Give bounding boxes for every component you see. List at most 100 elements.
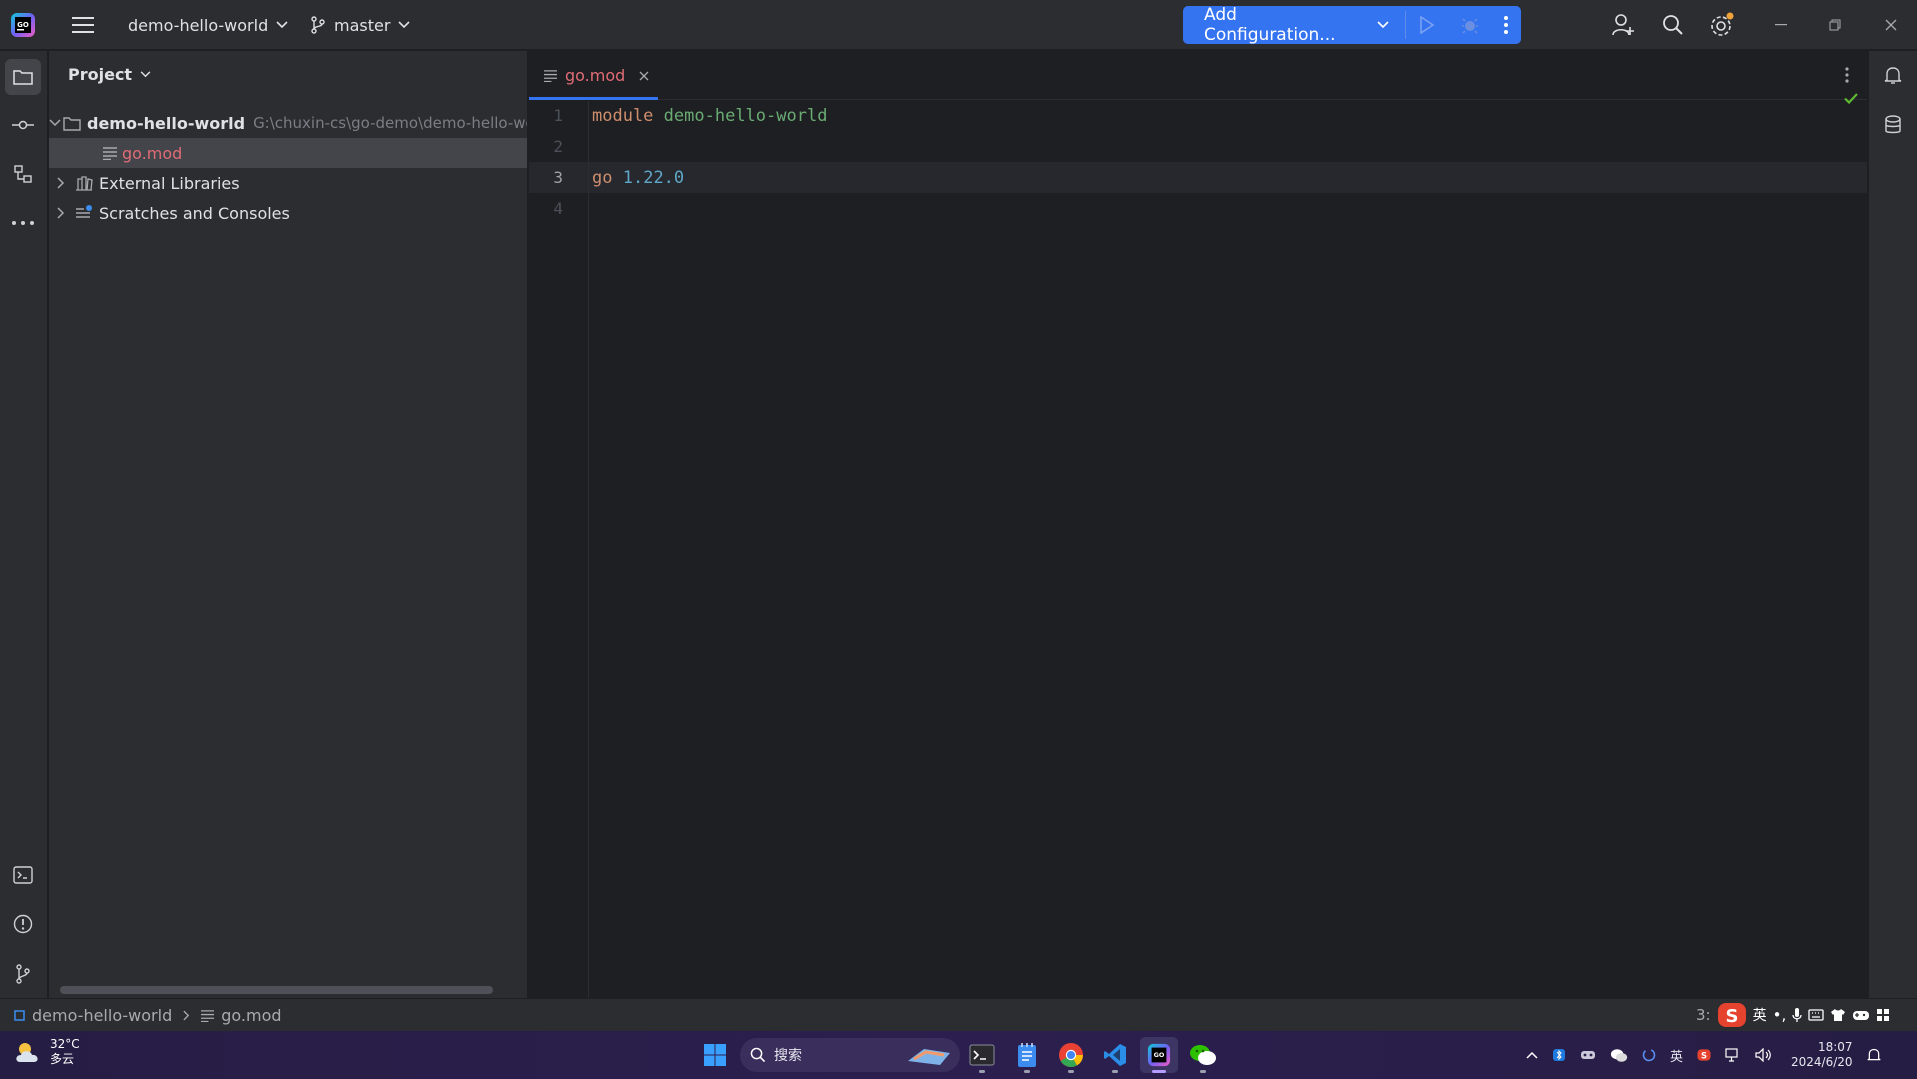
- close-window-icon[interactable]: [1876, 0, 1906, 50]
- running-indicator: [1112, 1070, 1118, 1073]
- code-with-me-icon[interactable]: [1608, 0, 1638, 50]
- volume-icon[interactable]: [1755, 1048, 1771, 1062]
- running-indicator: [1068, 1070, 1074, 1073]
- goland-logo-icon[interactable]: GO: [10, 0, 36, 50]
- problems-icon[interactable]: [5, 906, 41, 942]
- chevron-up-icon[interactable]: [1526, 1051, 1538, 1059]
- root-folder-path: G:\chuxin-cs\go-demo\demo-hello-wo: [253, 114, 527, 132]
- svg-text:S: S: [1701, 1050, 1707, 1060]
- ime-language[interactable]: 英: [1670, 1046, 1683, 1065]
- tab-options-icon[interactable]: [1835, 63, 1859, 87]
- partly-cloudy-icon: [14, 1040, 44, 1064]
- sync-tray-icon[interactable]: [1642, 1048, 1656, 1062]
- project-switcher[interactable]: demo-hello-world: [128, 0, 288, 50]
- git-icon[interactable]: [5, 956, 41, 992]
- weather-desc: 多云: [50, 1052, 75, 1066]
- chrome-app-icon[interactable]: [1052, 1037, 1090, 1073]
- scratches-label: Scratches and Consoles: [99, 203, 290, 223]
- wechat-app-icon[interactable]: [1184, 1037, 1222, 1073]
- no-problems-check-icon[interactable]: [1841, 88, 1861, 108]
- tree-external-libraries-node[interactable]: External Libraries: [49, 168, 527, 198]
- toolbox-grid-icon[interactable]: [1876, 1008, 1890, 1022]
- bluetooth-app-tray-icon[interactable]: [1552, 1048, 1566, 1062]
- tree-file-node[interactable]: go.mod: [49, 138, 527, 168]
- tab-go-mod[interactable]: go.mod: [529, 51, 658, 100]
- keyboard-icon[interactable]: [1808, 1009, 1824, 1021]
- chevron-down-icon: [276, 21, 288, 29]
- branch-switcher[interactable]: master: [310, 0, 410, 50]
- commit-icon[interactable]: [5, 107, 41, 143]
- windows-taskbar: 32°C 多云 搜索 GO 英 S 18:07 2024/6/20: [0, 1031, 1917, 1079]
- chevron-right-icon[interactable]: [49, 177, 73, 189]
- start-windows-icon[interactable]: [696, 1037, 734, 1073]
- breadcrumb: demo-hello-world go.mod: [14, 1006, 282, 1025]
- skin-shirt-icon[interactable]: [1830, 1008, 1846, 1022]
- clock[interactable]: 18:07 2024/6/20: [1791, 1040, 1853, 1070]
- add-configuration-button[interactable]: Add Configuration...: [1183, 5, 1389, 45]
- network-icon[interactable]: [1725, 1048, 1741, 1062]
- settings-gear-icon[interactable]: [1707, 0, 1737, 50]
- sogou-tray-icon[interactable]: S: [1697, 1048, 1711, 1062]
- main-menu-icon[interactable]: [68, 0, 98, 50]
- game-tray-icon[interactable]: [1580, 1049, 1596, 1061]
- project-folder-icon[interactable]: [5, 59, 41, 95]
- chevron-down-icon: [398, 21, 410, 29]
- tree-root-node[interactable]: demo-hello-world G:\chuxin-cs\go-demo\de…: [49, 108, 527, 138]
- ime-mode[interactable]: 英: [1753, 1005, 1767, 1025]
- chevron-down-icon[interactable]: [49, 119, 61, 127]
- tree-scratches-node[interactable]: Scratches and Consoles: [49, 198, 527, 228]
- goland-app-icon[interactable]: GO: [1140, 1037, 1178, 1073]
- folder-icon: [63, 116, 81, 131]
- code-line-3[interactable]: go 1.22.0: [592, 162, 684, 193]
- branch-name: master: [334, 15, 391, 35]
- module-path-token: demo-hello-world: [663, 105, 828, 126]
- terminal-app-icon[interactable]: [963, 1037, 1001, 1073]
- terminal-icon[interactable]: [5, 857, 41, 893]
- notepad-app-icon[interactable]: [1008, 1037, 1046, 1073]
- cursor-position[interactable]: 3:: [1696, 1006, 1711, 1024]
- horizontal-scrollbar[interactable]: [60, 986, 493, 994]
- add-configuration-label: Add Configuration...: [1204, 5, 1336, 45]
- chevron-right-icon[interactable]: [49, 207, 73, 219]
- code-line-1[interactable]: module demo-hello-world: [592, 100, 827, 131]
- project-tool-window: Project demo-hello-world G:\chuxin-cs\go…: [49, 51, 528, 998]
- run-configuration-widget: Add Configuration...: [1183, 5, 1521, 45]
- minimize-icon[interactable]: [1766, 0, 1796, 50]
- title-bar: GO demo-hello-world master Add Configura…: [0, 0, 1917, 50]
- search-placeholder: 搜索: [774, 1048, 802, 1064]
- notification-center-icon[interactable]: [1867, 1047, 1881, 1063]
- wechat-tray-icon[interactable]: [1610, 1048, 1628, 1063]
- database-icon[interactable]: [1875, 107, 1911, 143]
- svg-text:GO: GO: [17, 21, 29, 29]
- more-tool-windows-icon[interactable]: [5, 205, 41, 241]
- clock-time: 18:07: [1817, 1040, 1853, 1054]
- weather-widget[interactable]: 32°C 多云: [14, 1037, 80, 1067]
- project-view-selector[interactable]: Project: [68, 65, 151, 84]
- keyword-token: module: [592, 105, 654, 126]
- search-icon[interactable]: [1658, 0, 1688, 50]
- run-icon[interactable]: [1406, 6, 1449, 44]
- gamepad-icon[interactable]: [1852, 1009, 1870, 1021]
- editor-area: go.mod 1 2 3 4 module demo-hello-world g…: [529, 51, 1867, 998]
- punctuation-icon[interactable]: •,: [1773, 1006, 1787, 1024]
- breadcrumb-project[interactable]: demo-hello-world: [32, 1006, 172, 1025]
- close-tab-icon[interactable]: [639, 71, 649, 81]
- more-vertical-icon[interactable]: [1492, 6, 1521, 44]
- debug-icon[interactable]: [1449, 6, 1492, 44]
- clock-date: 2024/6/20: [1791, 1055, 1853, 1069]
- left-tool-window-strip: [0, 51, 48, 998]
- weather-temp: 32°C: [50, 1037, 80, 1051]
- chevron-down-icon: [1377, 21, 1389, 29]
- sogou-ime-logo-icon[interactable]: S: [1717, 1000, 1747, 1030]
- svg-text:GO: GO: [1154, 1051, 1165, 1059]
- notifications-bell-icon[interactable]: [1875, 57, 1911, 93]
- taskbar-search-box[interactable]: 搜索: [740, 1038, 960, 1072]
- chevron-right-icon: [183, 1010, 190, 1021]
- search-highlight-image-icon: [904, 1043, 954, 1067]
- breadcrumb-file[interactable]: go.mod: [221, 1006, 281, 1025]
- microphone-icon[interactable]: [1792, 1007, 1802, 1023]
- right-tool-window-strip: [1868, 51, 1917, 998]
- vscode-app-icon[interactable]: [1096, 1037, 1134, 1073]
- restore-icon[interactable]: [1820, 0, 1850, 50]
- structure-icon[interactable]: [5, 156, 41, 192]
